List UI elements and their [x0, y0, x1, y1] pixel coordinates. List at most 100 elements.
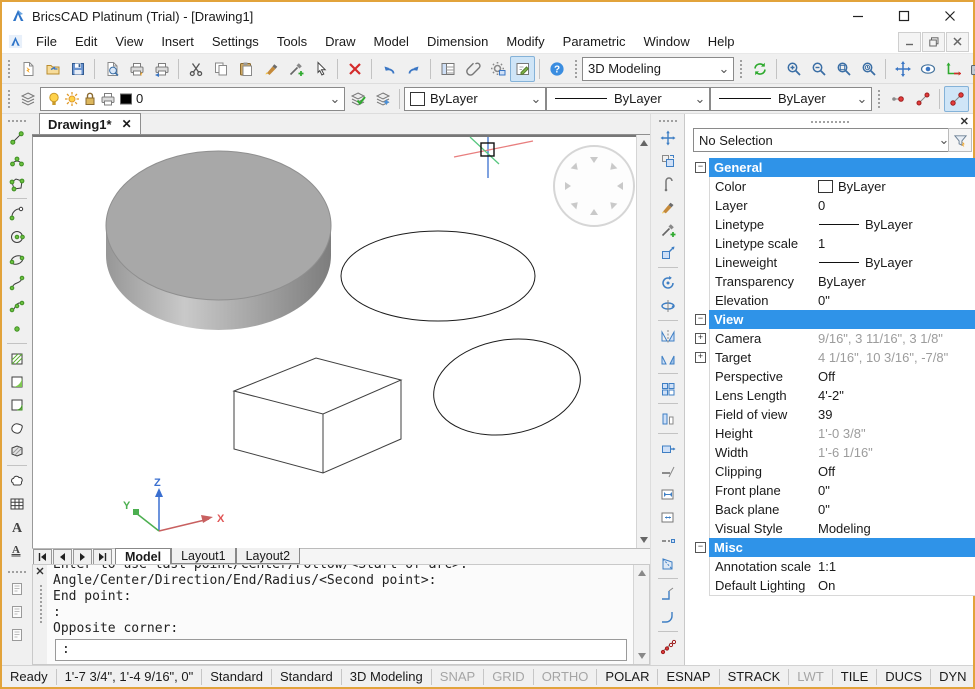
- property-value[interactable]: 0": [813, 500, 975, 520]
- dregion-button[interactable]: [5, 439, 29, 462]
- zoomin-button[interactable]: [781, 56, 806, 82]
- attach-button[interactable]: [460, 56, 485, 82]
- nav-last-icon[interactable]: [93, 549, 112, 565]
- property-row[interactable]: Height1'-0 3/8": [693, 424, 971, 443]
- collapse-icon[interactable]: −: [695, 542, 706, 553]
- undo-button[interactable]: [376, 56, 401, 82]
- menu-edit[interactable]: Edit: [66, 31, 106, 52]
- command-scrollbar[interactable]: [633, 565, 649, 664]
- mchain-button[interactable]: [656, 635, 680, 658]
- property-value[interactable]: 0": [813, 481, 975, 501]
- zoomout-button[interactable]: [806, 56, 831, 82]
- property-value[interactable]: Off: [813, 462, 975, 482]
- property-row[interactable]: LinetypeByLayer: [693, 215, 971, 234]
- view-compass[interactable]: [554, 146, 634, 226]
- marray-button[interactable]: [656, 377, 680, 400]
- toggle-grid[interactable]: GRID: [484, 669, 534, 685]
- document-close-icon[interactable]: ✕: [122, 117, 132, 131]
- property-row[interactable]: +Target4 1/16", 10 3/16", -7/8": [693, 348, 971, 367]
- preview-button[interactable]: [99, 56, 124, 82]
- copy-button[interactable]: [208, 56, 233, 82]
- menu-draw[interactable]: Draw: [316, 31, 364, 52]
- meyedrop-button[interactable]: [656, 218, 680, 241]
- gear-button[interactable]: [485, 56, 510, 82]
- eprint-button[interactable]: [149, 56, 174, 82]
- property-value[interactable]: ByLayer: [813, 177, 975, 197]
- toolbar-drag-handle[interactable]: [573, 58, 578, 80]
- sheet-button[interactable]: [5, 577, 29, 600]
- command-close-icon[interactable]: [36, 567, 44, 575]
- toggle-dyn[interactable]: DYN: [931, 669, 975, 685]
- dotpair-button[interactable]: [885, 86, 910, 112]
- workspace-combo[interactable]: 3D Modeling⌄: [582, 57, 734, 81]
- dtable-button[interactable]: [5, 492, 29, 515]
- nav-first-icon[interactable]: [33, 549, 52, 565]
- toolbar-drag-handle[interactable]: [738, 58, 743, 80]
- laycheck-button[interactable]: [345, 86, 370, 112]
- property-row[interactable]: LineweightByLayer: [693, 253, 971, 272]
- expand-icon[interactable]: +: [695, 352, 706, 363]
- mbrush-button[interactable]: [656, 195, 680, 218]
- mtaper-button[interactable]: [656, 552, 680, 575]
- property-value[interactable]: 0": [813, 291, 975, 311]
- paste-button[interactable]: [233, 56, 258, 82]
- property-value[interactable]: 4 1/16", 10 3/16", -7/8": [813, 348, 975, 368]
- selection-combo[interactable]: No Selection ⌄: [693, 128, 954, 152]
- property-value[interactable]: ByLayer: [813, 253, 975, 273]
- menu-insert[interactable]: Insert: [152, 31, 203, 52]
- menu-dimension[interactable]: Dimension: [418, 31, 497, 52]
- ucs-button[interactable]: [940, 56, 965, 82]
- mscale-button[interactable]: [656, 241, 680, 264]
- property-value[interactable]: 39: [813, 405, 975, 425]
- scroll-down-icon[interactable]: [638, 534, 650, 546]
- drawing-canvas[interactable]: Z Y X: [32, 135, 636, 548]
- dtextu-button[interactable]: A: [5, 538, 29, 561]
- property-row[interactable]: ClippingOff: [693, 462, 971, 481]
- toggle-tile[interactable]: TILE: [833, 669, 877, 685]
- property-value[interactable]: On: [813, 576, 975, 596]
- look-button[interactable]: [915, 56, 940, 82]
- seg-button[interactable]: [910, 86, 935, 112]
- toolbar-drag-handle[interactable]: [6, 88, 11, 110]
- darc-button[interactable]: [5, 202, 29, 225]
- help-button[interactable]: ?: [544, 56, 569, 82]
- dpolyline-button[interactable]: [5, 149, 29, 172]
- menu-window[interactable]: Window: [635, 31, 699, 52]
- mextend2-button[interactable]: [656, 506, 680, 529]
- property-section-row[interactable]: −General: [693, 158, 971, 177]
- delete-button[interactable]: [342, 56, 367, 82]
- malign-button[interactable]: [656, 407, 680, 430]
- nav-next-icon[interactable]: [73, 549, 92, 565]
- redo-button[interactable]: [401, 56, 426, 82]
- mrotate-button[interactable]: [656, 271, 680, 294]
- property-value[interactable]: Modeling: [813, 519, 975, 539]
- mdi-restore-icon[interactable]: [922, 32, 945, 52]
- cylinder-solid[interactable]: [106, 151, 331, 330]
- linetype-combo[interactable]: ByLayer⌄: [546, 87, 710, 111]
- layout-tab-model[interactable]: Model: [115, 548, 171, 565]
- pan-button[interactable]: [890, 56, 915, 82]
- menu-parametric[interactable]: Parametric: [554, 31, 635, 52]
- dshape-button[interactable]: [5, 416, 29, 439]
- property-value[interactable]: 4'-2": [813, 386, 975, 406]
- mmir3d-button[interactable]: [656, 347, 680, 370]
- property-value[interactable]: 1'-6 1/16": [813, 443, 975, 463]
- panel-close-icon[interactable]: ✕: [960, 115, 969, 128]
- zoomprev-button[interactable]: [856, 56, 881, 82]
- property-row[interactable]: ColorByLayer: [693, 177, 971, 196]
- expand-icon[interactable]: +: [695, 333, 706, 344]
- regen-button[interactable]: [747, 56, 772, 82]
- nav-prev-icon[interactable]: [53, 549, 72, 565]
- circle-entity[interactable]: [341, 231, 535, 321]
- dellipse-button[interactable]: [5, 248, 29, 271]
- menu-settings[interactable]: Settings: [203, 31, 268, 52]
- status-field-2[interactable]: 3D Modeling: [342, 669, 432, 685]
- mfillet-button[interactable]: [656, 605, 680, 628]
- color-combo[interactable]: ByLayer⌄: [404, 87, 546, 111]
- toggle-snap[interactable]: SNAP: [432, 669, 484, 685]
- dpoint-button[interactable]: [5, 317, 29, 340]
- menu-model[interactable]: Model: [365, 31, 418, 52]
- toggle-ducs[interactable]: DUCS: [877, 669, 931, 685]
- property-row[interactable]: Linetype scale1: [693, 234, 971, 253]
- property-row[interactable]: Width1'-6 1/16": [693, 443, 971, 462]
